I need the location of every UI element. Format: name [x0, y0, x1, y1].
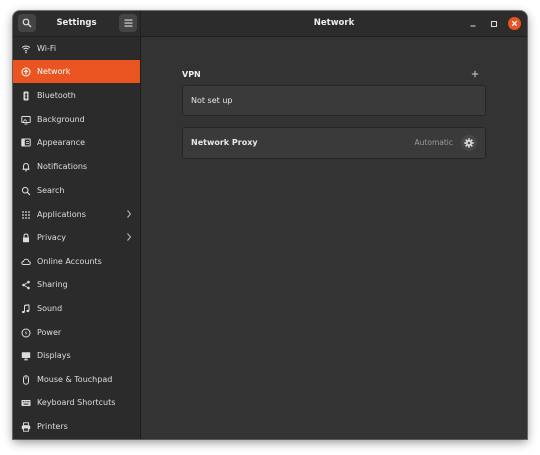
chevron-right-icon — [127, 210, 132, 218]
bluetooth-icon — [21, 91, 31, 101]
sidebar-item-label: Privacy — [37, 233, 66, 242]
sidebar-item-label: Keyboard Shortcuts — [37, 398, 116, 407]
sidebar-item-printers[interactable]: Printers — [13, 415, 140, 438]
chevron-right-icon — [127, 233, 132, 241]
sidebar-item-label: Power — [37, 328, 62, 337]
settings-window: Settings Network Wi-Fi Network Bluetooth… — [13, 11, 527, 439]
network-icon — [21, 67, 31, 77]
minimize-icon — [470, 25, 475, 26]
sidebar-item-label: Printers — [37, 422, 68, 431]
share-icon — [21, 280, 31, 290]
sidebar-item-label: Wi-Fi — [37, 44, 57, 53]
grid-icon — [21, 210, 31, 220]
sidebar-item-label: Notifications — [37, 162, 88, 171]
vpn-status-text: Not set up — [191, 96, 233, 105]
sidebar-item-label: Bluetooth — [37, 91, 76, 100]
sidebar-item-notifications[interactable]: Notifications — [13, 155, 140, 178]
search-icon — [21, 186, 31, 196]
network-proxy-label: Network Proxy — [191, 138, 258, 147]
sidebar-item-background[interactable]: Background — [13, 108, 140, 131]
menu-button[interactable] — [119, 14, 137, 32]
vpn-section-title: VPN — [182, 70, 201, 79]
sidebar-item-label: Applications — [37, 210, 86, 219]
header-bar: Settings Network — [13, 11, 527, 37]
sidebar-item-displays[interactable]: Displays — [13, 344, 140, 367]
network-proxy-status: Automatic — [414, 138, 453, 147]
sidebar-item-label: Appearance — [37, 138, 86, 147]
mouse-icon — [21, 374, 31, 385]
close-button[interactable] — [508, 17, 521, 30]
sidebar-item-bluetooth[interactable]: Bluetooth — [13, 84, 140, 107]
sidebar-item-label: Displays — [37, 351, 71, 360]
power-icon — [21, 328, 31, 338]
sidebar-item-label: Search — [37, 186, 65, 195]
music-note-icon — [21, 303, 31, 314]
sidebar-item-label: Mouse & Touchpad — [37, 375, 113, 384]
bell-icon — [21, 162, 31, 172]
sidebar-item-network[interactable]: Network — [13, 60, 140, 83]
keyboard-icon — [21, 398, 31, 408]
close-icon — [511, 20, 518, 27]
sidebar-item-privacy[interactable]: Privacy — [13, 226, 140, 249]
main-panel: VPN Not set up Network Proxy Automatic — [141, 37, 527, 439]
sidebar-item-appearance[interactable]: Appearance — [13, 131, 140, 154]
sidebar-item-label: Sound — [37, 304, 63, 313]
add-vpn-button[interactable] — [469, 68, 481, 80]
sidebar-item-sharing[interactable]: Sharing — [13, 273, 140, 296]
search-button[interactable] — [18, 14, 36, 32]
hamburger-menu-icon — [124, 19, 132, 27]
sidebar: Wi-Fi Network Bluetooth Background Appea… — [13, 37, 141, 439]
sidebar-item-label: Background — [37, 115, 85, 124]
vpn-card: Not set up — [182, 85, 486, 116]
sidebar-header: Settings — [13, 11, 141, 36]
sidebar-item-online-accounts[interactable]: Online Accounts — [13, 250, 140, 273]
network-proxy-row[interactable]: Network Proxy Automatic — [182, 127, 486, 159]
plus-icon — [471, 70, 479, 78]
printer-icon — [21, 421, 31, 432]
wifi-icon — [21, 44, 31, 54]
sidebar-item-mouse-touchpad[interactable]: Mouse & Touchpad — [13, 368, 140, 391]
minimize-button[interactable] — [466, 17, 479, 30]
maximize-icon — [490, 20, 497, 27]
appearance-icon — [21, 138, 31, 148]
background-icon — [21, 115, 31, 125]
lock-icon — [21, 232, 31, 243]
gear-icon — [464, 138, 474, 148]
sidebar-item-power[interactable]: Power — [13, 321, 140, 344]
sidebar-item-label: Sharing — [37, 280, 68, 289]
sidebar-item-label: Network — [37, 67, 71, 76]
sidebar-item-applications[interactable]: Applications — [13, 203, 140, 226]
display-icon — [21, 351, 31, 361]
sidebar-item-keyboard-shortcuts[interactable]: Keyboard Shortcuts — [13, 391, 140, 414]
sidebar-item-wifi[interactable]: Wi-Fi — [13, 37, 140, 60]
search-icon — [22, 18, 32, 28]
maximize-button[interactable] — [487, 17, 500, 30]
cloud-icon — [21, 257, 31, 267]
sidebar-item-sound[interactable]: Sound — [13, 297, 140, 320]
proxy-settings-button[interactable] — [461, 135, 477, 151]
sidebar-item-search[interactable]: Search — [13, 179, 140, 202]
sidebar-item-label: Online Accounts — [37, 257, 102, 266]
